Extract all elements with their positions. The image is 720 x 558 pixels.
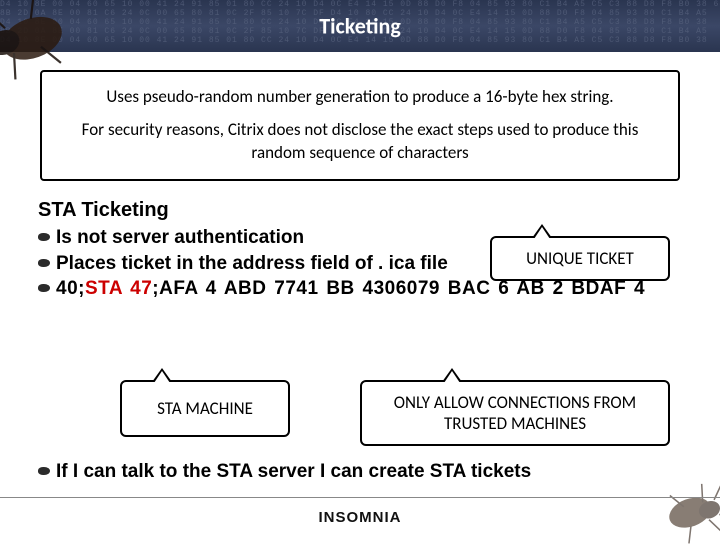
ticket-machine: STA 47: [85, 278, 152, 299]
info-line-1: Uses pseudo-random number generation to …: [62, 86, 658, 109]
info-line-2: For security reasons, Citrix does not di…: [62, 119, 658, 165]
callout-label: STA MACHINE: [157, 398, 253, 419]
page-title: Ticketing: [319, 13, 401, 40]
footer-divider: [0, 497, 720, 498]
callout-unique-ticket: UNIQUE TICKET: [490, 236, 670, 281]
callout-sta-machine: STA MACHINE: [120, 380, 290, 437]
callout-allow: ONLY ALLOW CONNECTIONS FROM TRUSTED MACH…: [360, 380, 670, 446]
slide-content: Uses pseudo-random number generation to …: [0, 52, 720, 413]
final-bullet-row: If I can talk to the STA server I can cr…: [38, 460, 690, 486]
callout-label: ONLY ALLOW CONNECTIONS FROM TRUSTED MACH…: [394, 392, 636, 434]
ticket-prefix: 40;: [56, 278, 85, 299]
list-item: If I can talk to the STA server I can cr…: [56, 460, 690, 484]
slide-header: D4 10 8E 00 04 60 65 10 00 41 24 91 85 0…: [0, 0, 720, 52]
sta-heading: STA Ticketing: [38, 199, 682, 222]
callout-label: UNIQUE TICKET: [526, 248, 634, 269]
footer-brand: INSOMNIA: [319, 509, 402, 526]
ticket-unique: AFA 4 ABD 7741 BB 4306079 BAC 6 AB 2 BDA…: [159, 278, 645, 299]
info-box: Uses pseudo-random number generation to …: [40, 70, 680, 181]
